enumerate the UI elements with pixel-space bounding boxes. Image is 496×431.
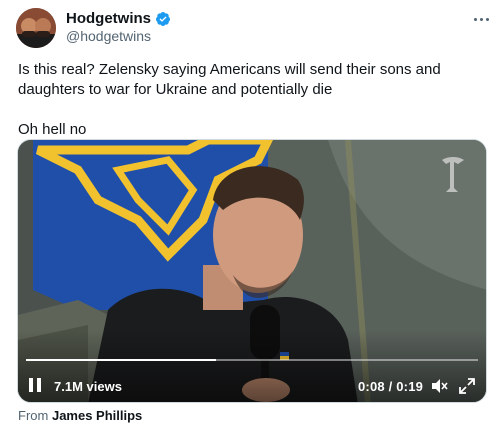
- author-avatar[interactable]: [16, 8, 56, 48]
- pause-icon[interactable]: [29, 378, 41, 392]
- author-display-name[interactable]: Hodgetwins: [66, 10, 151, 27]
- video-player[interactable]: 7.1M views 0:08 / 0:19: [17, 139, 487, 403]
- source-author-link[interactable]: James Phillips: [52, 408, 142, 423]
- fullscreen-icon[interactable]: [459, 378, 475, 394]
- tweet-text-paragraph-2: Oh hell no: [18, 121, 87, 138]
- video-view-count: 7.1M views: [54, 379, 122, 394]
- video-frame-image: [18, 140, 486, 402]
- video-time: 0:08 / 0:19: [358, 379, 424, 394]
- tweet-text: Is this real? Zelensky saying Americans …: [18, 60, 458, 140]
- author-handle[interactable]: @hodgetwins: [66, 28, 151, 44]
- video-progress-fill: [26, 359, 216, 361]
- mute-icon[interactable]: [430, 378, 448, 394]
- video-controls: 7.1M views 0:08 / 0:19: [18, 366, 486, 402]
- telegraph-watermark-icon: [442, 157, 464, 192]
- video-progress-bar[interactable]: [26, 359, 478, 361]
- video-source-attribution: From James Phillips: [18, 408, 142, 423]
- tweet-text-paragraph-1: Is this real? Zelensky saying Americans …: [18, 61, 441, 98]
- source-prefix: From: [18, 408, 49, 423]
- verified-badge-icon: [155, 11, 170, 26]
- avatar-image: [16, 8, 56, 48]
- more-options-icon[interactable]: [470, 8, 492, 30]
- author-name-row: Hodgetwins: [66, 10, 171, 27]
